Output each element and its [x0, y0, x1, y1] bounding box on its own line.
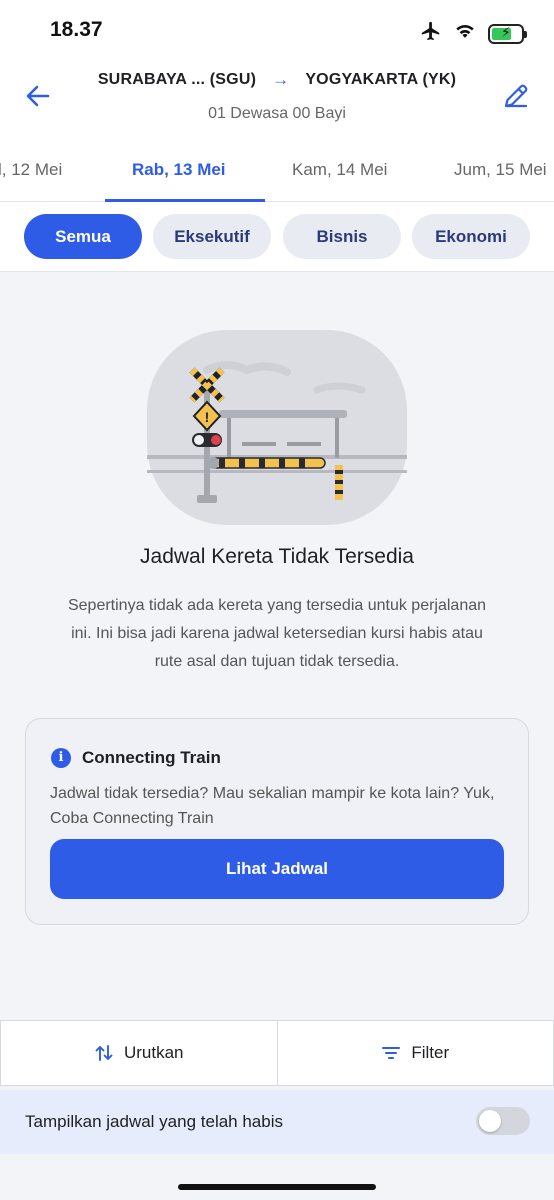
toggle-knob — [479, 1110, 501, 1132]
date-tab-12-mei[interactable]: l, 12 Mei — [0, 160, 62, 180]
filter-label: Filter — [411, 1043, 450, 1062]
chip-ekonomi[interactable]: Ekonomi — [412, 214, 530, 259]
connecting-train-title: Connecting Train — [82, 748, 221, 767]
chip-eksekutif[interactable]: Eksekutif — [153, 214, 271, 259]
edit-pencil-icon — [504, 84, 528, 108]
date-tab-13-mei[interactable]: Rab, 13 Mei — [132, 160, 226, 180]
railway-crossing-illustration: ! — [147, 330, 407, 525]
status-time: 18.37 — [50, 18, 103, 41]
date-tab-15-mei[interactable]: Jum, 15 Mei — [454, 160, 547, 180]
info-icon: i — [51, 748, 71, 768]
airplane-icon — [420, 20, 442, 47]
bottom-actions: Urutkan Filter — [0, 1020, 554, 1086]
route: SURABAYA ... (SGU) → YOGYAKARTA (YK) — [0, 70, 554, 90]
route-arrow-icon: → — [272, 70, 290, 89]
chip-semua[interactable]: Semua — [24, 214, 142, 259]
view-schedule-button[interactable]: Lihat Jadwal — [50, 839, 504, 899]
wifi-icon — [454, 22, 476, 45]
home-area — [0, 1154, 554, 1200]
date-tabs: l, 12 Mei Rab, 13 Mei Kam, 14 Mei Jum, 1… — [0, 140, 554, 202]
date-tab-14-mei[interactable]: Kam, 14 Mei — [292, 160, 387, 180]
show-sold-out-toggle[interactable] — [476, 1107, 530, 1135]
home-indicator[interactable] — [178, 1184, 376, 1190]
empty-state-description: Sepertinya tidak ada kereta yang tersedi… — [67, 597, 487, 670]
sort-label: Urutkan — [123, 1043, 184, 1062]
svg-text:!: ! — [205, 409, 210, 425]
status-icons: ⚡ — [420, 20, 527, 47]
origin-station: SURABAYA ... (SGU) — [97, 71, 257, 88]
status-bar: 18.37 ⚡ — [0, 0, 554, 60]
sort-icon — [95, 1045, 113, 1061]
sort-button[interactable]: Urutkan — [0, 1020, 278, 1086]
connecting-train-card: i Connecting Train Jadwal tidak tersedia… — [25, 718, 529, 925]
destination-station: YOGYAKARTA (YK) — [305, 71, 457, 88]
battery-charging-icon: ⚡ — [488, 23, 527, 44]
show-sold-out-label: Tampilkan jadwal yang telah habis — [25, 1112, 283, 1131]
class-filters: Semua Eksekutif Bisnis Ekonomi — [0, 202, 554, 272]
connecting-train-description: Jadwal tidak tersedia? Mau sekalian mamp… — [50, 785, 495, 827]
header: SURABAYA ... (SGU) → YOGYAKARTA (YK) 01 … — [0, 60, 554, 140]
chip-bisnis[interactable]: Bisnis — [283, 214, 401, 259]
edit-search-button[interactable] — [500, 80, 532, 112]
show-sold-out-row: Tampilkan jadwal yang telah habis — [0, 1090, 554, 1154]
filter-icon — [382, 1047, 401, 1059]
filter-button[interactable]: Filter — [277, 1020, 554, 1086]
passenger-count: 01 Dewasa 00 Bayi — [208, 105, 346, 122]
empty-state-title: Jadwal Kereta Tidak Tersedia — [140, 545, 414, 568]
